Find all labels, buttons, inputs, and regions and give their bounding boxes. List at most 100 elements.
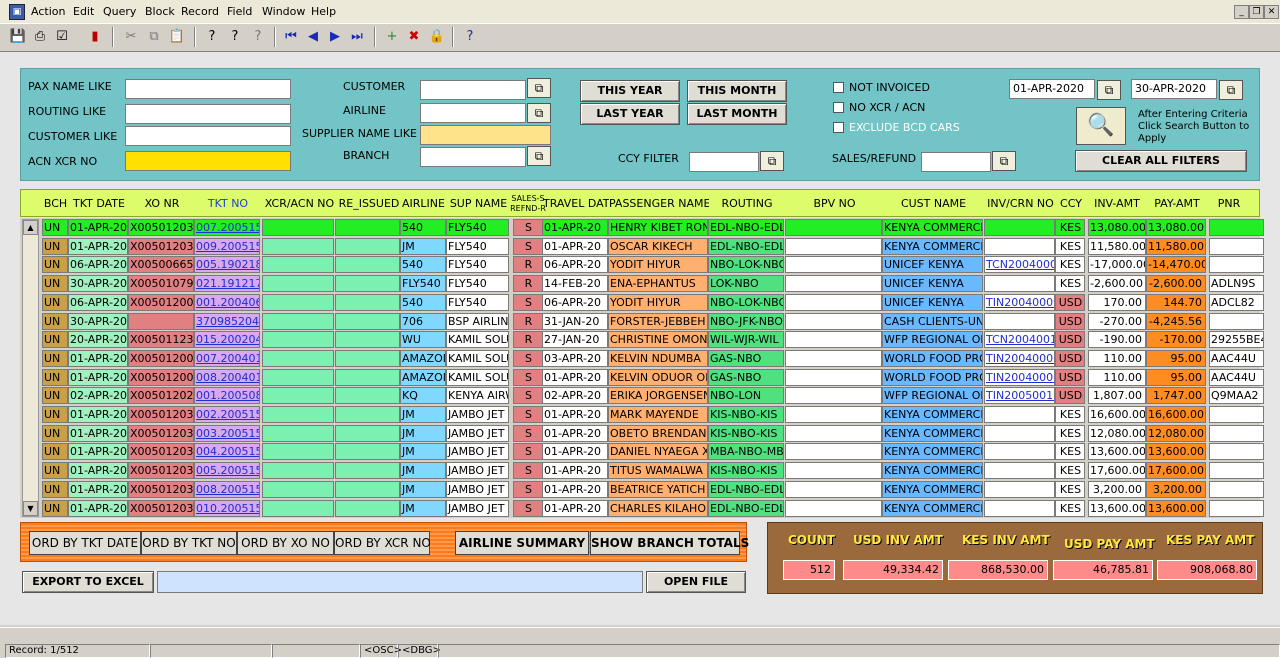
menu-edit[interactable]: Edit <box>73 5 94 18</box>
cell-ccy[interactable]: USD <box>1055 331 1085 349</box>
menu-record[interactable]: Record <box>181 5 219 18</box>
cell-pnr[interactable] <box>1209 237 1264 255</box>
cell-inv-amt[interactable]: -2,600.00 <box>1088 275 1146 293</box>
cell-tkt-no[interactable]: 3709852045 <box>194 312 260 330</box>
cell-inv-amt[interactable]: 13,600.00 <box>1088 443 1146 461</box>
cell-cust-name[interactable]: KENYA COMMERCIA <box>882 443 983 461</box>
cell-inv-crn-no[interactable] <box>984 462 1055 480</box>
customer-input[interactable] <box>420 80 526 100</box>
cell-xo-nr[interactable]: X005012036 <box>128 219 194 236</box>
cell-passenger-name[interactable]: HENRY KIBET RONO <box>608 219 708 236</box>
table-row[interactable]: UN 01-APR-20 X005012039 010.200515 JM JAMBO J… <box>20 499 1265 518</box>
cell-bch[interactable]: UN <box>42 499 68 517</box>
table-row[interactable]: UN 01-APR-20 X005012037 008.200515 JM JAMBO J… <box>20 480 1265 499</box>
cell-inv-amt[interactable]: -17,000.00 <box>1088 256 1146 274</box>
cell-sales-refnd[interactable]: R <box>513 275 543 293</box>
cell-routing[interactable]: NBO-JFK-NBO <box>708 312 784 330</box>
cell-ccy[interactable]: KES <box>1055 480 1085 498</box>
cell-bpv-no[interactable] <box>785 480 882 498</box>
menu-block[interactable]: Block <box>145 5 175 18</box>
cell-ccy[interactable]: USD <box>1055 368 1085 386</box>
cell-re-issued[interactable] <box>335 443 400 461</box>
table-row[interactable]: UN 06-APR-20 X005006650 005.190218 540 FLY540… <box>20 255 1265 274</box>
cell-sup-name[interactable]: JAMBO JET <box>446 406 509 423</box>
routing-input[interactable] <box>125 104 291 124</box>
insert-record-icon[interactable]: + <box>383 28 401 46</box>
cell-inv-crn-no[interactable] <box>984 219 1055 236</box>
cell-airline[interactable]: KQ <box>400 387 446 405</box>
cell-cust-name[interactable]: KENYA COMMERCIA <box>882 424 983 442</box>
table-row[interactable]: UN01-APR-20X005012004007.200401 AMAZONKAM… <box>20 349 1265 368</box>
cell-tkt-date[interactable]: 01-APR-20 <box>68 480 128 498</box>
cell-pnr[interactable] <box>1209 443 1264 461</box>
cell-travel-date[interactable]: 01-APR-20 <box>542 406 608 423</box>
cell-sales-refnd[interactable]: S <box>513 424 543 442</box>
cell-xcr-acn-no[interactable] <box>262 443 334 461</box>
clear-all-filters-button[interactable]: CLEAR ALL FILTERS <box>1075 150 1247 172</box>
pax-name-input[interactable] <box>125 79 291 99</box>
cell-cust-name[interactable]: WORLD FOOD PROG <box>882 349 983 367</box>
cell-passenger-name[interactable]: FORSTER-JEBBEH EI <box>608 312 708 330</box>
cell-bpv-no[interactable] <box>785 424 882 442</box>
cell-tkt-no[interactable]: 005.190218 <box>194 256 260 274</box>
cell-tkt-date[interactable]: 01-APR-20 <box>68 443 128 461</box>
cell-routing[interactable]: NBO-LON <box>708 387 784 405</box>
cell-passenger-name[interactable]: KELVIN NDUMBA <box>608 349 708 367</box>
cell-bch[interactable]: UN <box>42 349 68 367</box>
cell-routing[interactable]: EDL-NBO-EDL <box>708 219 784 236</box>
save-icon[interactable]: 💾 <box>9 28 27 46</box>
cell-sales-refnd[interactable]: S <box>513 387 543 405</box>
cell-re-issued[interactable] <box>335 237 400 255</box>
cell-tkt-no[interactable]: 005.200515 <box>194 462 260 480</box>
cell-tkt-no[interactable]: 002.200515 <box>194 406 260 423</box>
branch-lov-icon[interactable]: ⧉ <box>527 146 551 166</box>
cell-passenger-name[interactable]: YODIT HIYUR <box>608 256 708 274</box>
paste-icon[interactable]: 📋 <box>168 28 186 46</box>
cell-passenger-name[interactable]: ERIKA JORGENSEN <box>608 387 708 405</box>
cell-cust-name[interactable]: CASH CLIENTS-UN <box>882 312 983 330</box>
cell-pay-amt[interactable]: 17,600.00 <box>1146 462 1206 480</box>
cell-cust-name[interactable]: KENYA COMMERCIA <box>882 462 983 480</box>
cell-passenger-name[interactable]: DANIEL NYAEGA XT <box>608 443 708 461</box>
cell-ccy[interactable]: KES <box>1055 219 1085 236</box>
last-record-icon[interactable]: ⏭ <box>348 28 366 46</box>
enter-query-icon[interactable]: ? <box>203 28 221 46</box>
cell-inv-crn-no[interactable] <box>984 424 1055 442</box>
cell-passenger-name[interactable]: OSCAR KIKECH <box>608 237 708 255</box>
cell-bpv-no[interactable] <box>785 237 882 255</box>
cell-inv-amt[interactable]: 1,807.00 <box>1088 387 1146 405</box>
date-from-input[interactable]: 01-APR-2020 <box>1009 79 1095 99</box>
cell-bch[interactable]: UN <box>42 219 68 236</box>
cell-routing[interactable]: KIS-NBO-KIS <box>708 406 784 423</box>
cell-xcr-acn-no[interactable] <box>262 480 334 498</box>
table-row[interactable]: UN 06-APR-20 X005012005 001.200406 540 FLY540… <box>20 293 1265 312</box>
cell-routing[interactable]: MBA-NBO-MBA <box>708 443 784 461</box>
menu-action[interactable]: Action <box>31 5 65 18</box>
cell-bpv-no[interactable] <box>785 219 882 236</box>
cell-travel-date[interactable]: 01-APR-20 <box>542 424 608 442</box>
table-row[interactable]: UN 30-APR-20 X005010799 021.191217 FLY540 FLY… <box>20 274 1265 293</box>
cell-xo-nr[interactable]: X005012033 <box>128 443 194 461</box>
cell-passenger-name[interactable]: CHARLES KILAHO O <box>608 499 708 517</box>
cell-sup-name[interactable]: BSP AIRLINE: <box>446 312 509 330</box>
cell-xo-nr[interactable]: X005012032 <box>128 424 194 442</box>
cell-airline[interactable]: WU <box>400 331 446 349</box>
cell-inv-amt[interactable]: -190.00 <box>1088 331 1146 349</box>
cell-sup-name[interactable]: JAMBO JET <box>446 462 509 480</box>
this-year-button[interactable]: THIS YEAR <box>580 80 680 102</box>
cell-inv-amt[interactable]: 12,080.00 <box>1088 424 1146 442</box>
menu-window[interactable]: Window <box>262 5 305 18</box>
cell-passenger-name[interactable]: ENA-EPHANTUS <box>608 275 708 293</box>
cell-airline[interactable]: JM <box>400 462 446 480</box>
ccy-filter-input[interactable] <box>689 152 759 172</box>
cell-pay-amt[interactable]: 11,580.00 <box>1146 237 1206 255</box>
cell-xo-nr[interactable]: X005012022 <box>128 387 194 405</box>
next-record-icon[interactable]: ▶ <box>326 28 344 46</box>
open-file-button[interactable]: OPEN FILE <box>646 571 746 593</box>
cut-icon[interactable]: ✂ <box>122 28 140 46</box>
cell-xo-nr[interactable]: X005006650 <box>128 256 194 274</box>
cell-re-issued[interactable] <box>335 480 400 498</box>
cell-bpv-no[interactable] <box>785 462 882 480</box>
cell-ccy[interactable]: KES <box>1055 406 1085 423</box>
cell-bch[interactable]: UN <box>42 256 68 274</box>
